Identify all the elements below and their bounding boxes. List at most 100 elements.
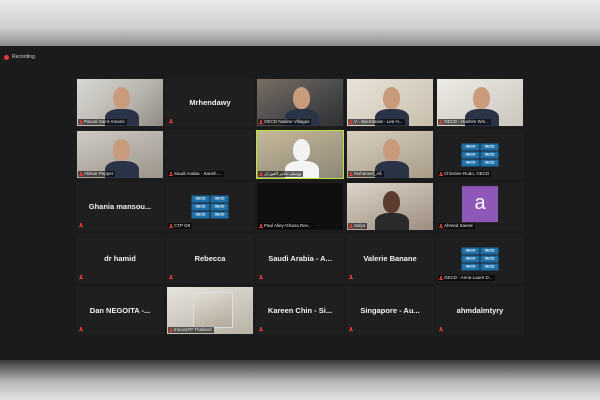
muted-mic-icon — [169, 171, 173, 177]
participant-name-label: Saudi Arabia - Saneh ... — [174, 171, 222, 176]
participant-name-tag: Paul Aliey-Ghana Rev... — [258, 223, 314, 229]
participant-tile[interactable]: Paul Aliey-Ghana Rev... — [256, 182, 344, 231]
oecd-logo-cell: OECD — [480, 247, 499, 254]
muted-mic-icon — [259, 171, 263, 177]
participant-tile[interactable]: Valerie Banane — [346, 234, 434, 283]
participant-tile[interactable]: Salya — [346, 182, 434, 231]
participant-tile[interactable]: a Ahmed Saeed — [436, 182, 524, 231]
participant-tile[interactable]: Saudi Arabia - Saneh ... — [166, 130, 254, 179]
participant-display-name: Singapore - Au... — [360, 306, 420, 315]
oecd-logo-cell: OECD — [480, 143, 499, 150]
muted-mic-icon — [79, 223, 83, 228]
participant-tile[interactable]: InnovaTP Thailand — [166, 286, 254, 335]
participant-name-tag: Ahmed Saeed — [438, 223, 475, 229]
background-top-blur — [0, 0, 600, 46]
participant-name-label: OECD - Hashim Win... — [444, 119, 490, 124]
oecd-logo-cell: OECD — [461, 159, 480, 166]
oecd-logo: OECD OECD OECD OECD OECD OECD — [191, 195, 229, 218]
recording-indicator[interactable]: Recording — [4, 52, 35, 62]
oecd-logo: OECD OECD OECD OECD OECD OECD — [461, 143, 499, 166]
person-silhouette — [375, 213, 409, 230]
participant-tile[interactable]: OECD OECD OECD OECD OECD OECD Christine Rudo, … — [436, 130, 524, 179]
participant-name-tag: Alistair Pepper — [78, 171, 116, 177]
muted-mic-icon — [169, 223, 173, 229]
muted-mic-icon — [349, 119, 353, 125]
oecd-logo-cell: OECD — [210, 211, 229, 218]
muted-mic-icon — [79, 327, 83, 332]
participant-tile[interactable]: Rebecca — [166, 234, 254, 283]
participant-display-name: Dan NEGOITA -... — [89, 306, 151, 315]
participant-name-tag: OECD - Anne-Laure D... — [438, 275, 495, 281]
participant-tile[interactable]: Dan NEGOITA -... — [76, 286, 164, 335]
participant-name-tag: يوسف عامر الفوزان — [258, 171, 304, 177]
participant-name-label: CTP G9 — [174, 223, 191, 228]
participant-name-label: Paul Aliey-Ghana Rev... — [264, 223, 312, 228]
muted-mic-icon — [169, 119, 173, 124]
participant-name-label: Pascal Saint-Amans — [84, 119, 125, 124]
participant-display-name: Kareen Chin - Si... — [267, 306, 333, 315]
muted-mic-icon — [169, 275, 173, 280]
participant-name-label: OECD - Anne-Laure D... — [444, 275, 493, 280]
participant-tile[interactable]: OECD - Hashim Win... — [436, 78, 524, 127]
participant-name-label: Ahmed Saeed — [444, 223, 473, 228]
participant-display-name: Rebecca — [194, 254, 226, 263]
oecd-logo-cell: OECD — [210, 195, 229, 202]
person-head — [113, 139, 130, 161]
muted-mic-icon — [349, 171, 353, 177]
oecd-logo-cell: OECD — [461, 263, 480, 270]
participant-tile[interactable]: Alistair Pepper — [76, 130, 164, 179]
person-head — [383, 139, 400, 161]
person-head — [473, 87, 490, 109]
participant-name-tag: V - Secretariat - Lee H... — [348, 119, 405, 125]
muted-mic-icon — [439, 119, 443, 125]
participant-tile[interactable]: OECD Nadine Villagas — [256, 78, 344, 127]
participant-tile[interactable]: OECD OECD OECD OECD OECD OECD OECD - Anne-Laur… — [436, 234, 524, 283]
oecd-logo-cell: OECD — [461, 247, 480, 254]
participant-name-tag: Saudi Arabia - Saneh ... — [168, 171, 224, 177]
participant-name-label: Mohamed_Ali — [354, 171, 382, 176]
recording-label: Recording — [12, 54, 35, 60]
participant-gallery: Pascal Saint-Amans Mrhendawy OECD Nadine V… — [76, 78, 524, 335]
participant-tile[interactable]: Saudi Arabia - A... — [256, 234, 344, 283]
participant-name-tag: InnovaTP Thailand — [168, 327, 214, 333]
participant-name-tag: OECD - Hashim Win... — [438, 119, 492, 125]
participant-tile[interactable]: dr hamid — [76, 234, 164, 283]
oecd-logo-cell: OECD — [480, 151, 499, 158]
muted-mic-icon — [439, 223, 443, 229]
muted-mic-icon — [349, 223, 353, 229]
oecd-logo: OECD OECD OECD OECD OECD OECD — [461, 247, 499, 270]
muted-mic-icon — [349, 275, 353, 280]
participant-name-label: Alistair Pepper — [84, 171, 114, 176]
participant-name-label: InnovaTP Thailand — [174, 327, 212, 332]
oecd-logo-cell: OECD — [191, 203, 210, 210]
participant-tile[interactable]: Pascal Saint-Amans — [76, 78, 164, 127]
oecd-logo-cell: OECD — [461, 143, 480, 150]
participant-tile[interactable]: Mrhendawy — [166, 78, 254, 127]
participant-name-tag: Christine Rudo, OECD — [438, 171, 492, 177]
muted-mic-icon — [259, 327, 263, 332]
participant-name-tag: Pascal Saint-Amans — [78, 119, 127, 125]
participant-name-label: Christine Rudo, OECD — [444, 171, 490, 176]
oecd-logo-cell: OECD — [480, 255, 499, 262]
participant-tile[interactable]: V - Secretariat - Lee H... — [346, 78, 434, 127]
oecd-logo-cell: OECD — [461, 151, 480, 158]
muted-mic-icon — [169, 327, 173, 333]
participant-tile[interactable]: ahmdalmtyry — [436, 286, 524, 335]
oecd-logo-cell: OECD — [191, 195, 210, 202]
participant-tile[interactable]: Ghania mansou... — [76, 182, 164, 231]
muted-mic-icon — [259, 119, 263, 125]
person-head — [293, 87, 310, 109]
muted-mic-icon — [79, 275, 83, 280]
participant-display-name: dr hamid — [104, 254, 136, 263]
participant-name-label: يوسف عامر الفوزان — [264, 171, 302, 176]
oecd-logo-cell: OECD — [191, 211, 210, 218]
participant-tile[interactable]: OECD OECD OECD OECD OECD OECD CTP G9 — [166, 182, 254, 231]
participant-tile[interactable]: يوسف عامر الفوزان — [256, 130, 344, 179]
participant-name-label: Salya — [354, 223, 366, 228]
muted-mic-icon — [259, 275, 263, 280]
participant-tile[interactable]: Singapore - Au... — [346, 286, 434, 335]
participant-display-name: ahmdalmtyry — [456, 306, 504, 315]
record-icon — [4, 54, 9, 60]
participant-tile[interactable]: Mohamed_Ali — [346, 130, 434, 179]
participant-tile[interactable]: Kareen Chin - Si... — [256, 286, 344, 335]
